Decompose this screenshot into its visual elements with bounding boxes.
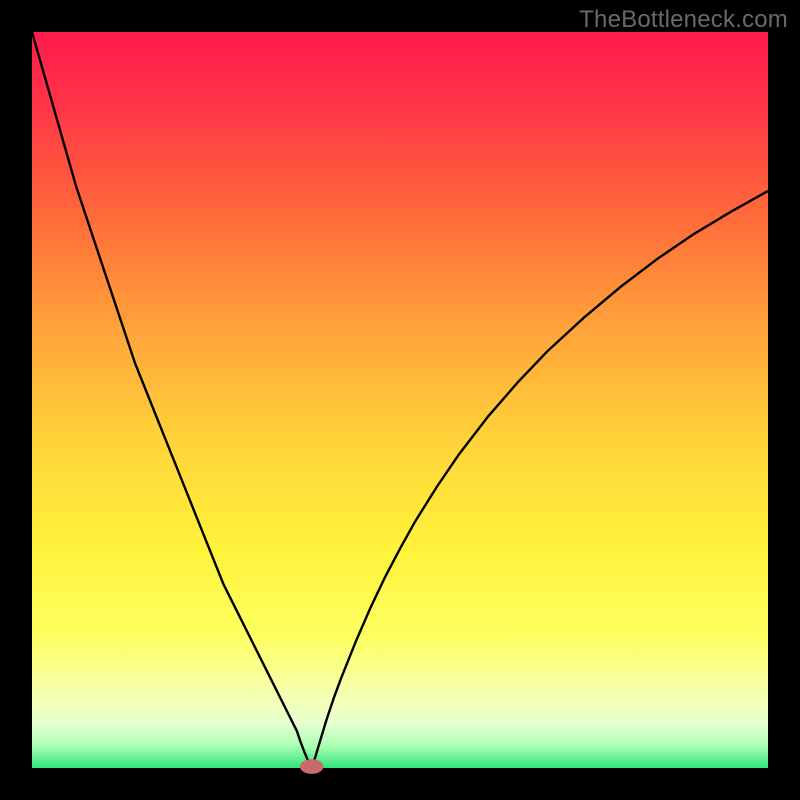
bottleneck-curve (32, 32, 768, 768)
minimum-marker (300, 759, 324, 774)
curve-path (32, 32, 768, 767)
plot-area (32, 32, 768, 768)
chart-frame: TheBottleneck.com (0, 0, 800, 800)
watermark-text: TheBottleneck.com (579, 6, 788, 34)
